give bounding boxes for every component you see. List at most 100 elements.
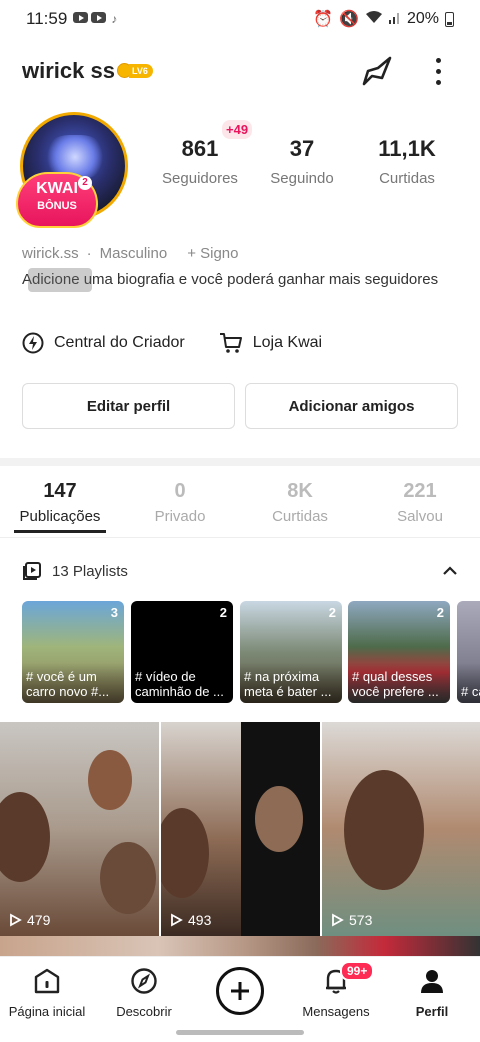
- more-options-button[interactable]: [428, 54, 448, 88]
- following-label: Seguindo: [270, 170, 334, 187]
- edit-profile-button[interactable]: Editar perfil: [22, 383, 235, 429]
- profile-tabs: 147 Publicações 0 Privado 8K Curtidas 22…: [0, 480, 480, 538]
- video-views: 479: [8, 912, 50, 928]
- followers-label: Seguidores: [162, 170, 238, 187]
- home-indicator[interactable]: [176, 1030, 304, 1035]
- nav-messages-label: Mensagens: [302, 1004, 370, 1019]
- playlist-card[interactable]: 3 # você é um carro novo #...: [22, 601, 124, 703]
- status-bar: 11:59 ♪ ⏰ 🔇 20%: [0, 0, 480, 38]
- video-thumbnail[interactable]: 573: [322, 722, 480, 936]
- nav-home[interactable]: Página inicial: [4, 967, 90, 1019]
- tab-publications[interactable]: 147 Publicações: [14, 480, 106, 525]
- compass-icon: [131, 968, 157, 994]
- tab-count: 8K: [287, 480, 313, 502]
- nav-profile[interactable]: Perfil: [404, 967, 460, 1019]
- video-views: 493: [169, 912, 211, 928]
- chevron-up-icon[interactable]: [442, 563, 458, 580]
- add-sign-link[interactable]: + Signo: [187, 245, 238, 262]
- nav-discover-label: Descobrir: [116, 1004, 172, 1019]
- wifi-icon: [365, 10, 383, 29]
- followers-stat[interactable]: 861 Seguidores: [158, 136, 242, 187]
- tab-active-indicator: [14, 530, 106, 533]
- nav-discover[interactable]: Descobrir: [108, 967, 180, 1019]
- playlist-card[interactable]: 2 # na próxima meta é bater ...: [240, 601, 342, 703]
- profile-actions: Editar perfil Adicionar amigos: [22, 383, 458, 429]
- views-count: 573: [349, 912, 373, 928]
- video-thumbnail[interactable]: 479: [0, 722, 159, 936]
- level-badge[interactable]: LV6: [117, 62, 153, 79]
- video-views: 573: [330, 912, 372, 928]
- status-time: 11:59: [26, 9, 68, 28]
- playlists-title: 13 Playlists: [52, 562, 128, 580]
- following-count: 37: [289, 136, 315, 161]
- battery-icon: [445, 11, 454, 27]
- tab-saved[interactable]: 221 Salvou: [380, 480, 460, 525]
- tab-label: Publicações: [19, 508, 101, 525]
- playlist-card[interactable]: 2 # qual desses você prefere ...: [348, 601, 450, 703]
- more-dot-icon: [435, 57, 441, 63]
- thumbnail-face: [161, 808, 209, 898]
- tab-label: Curtidas: [272, 508, 328, 525]
- likes-stat[interactable]: 11,1K Curtidas: [370, 136, 444, 187]
- play-icon: [171, 913, 183, 927]
- profile-username: wirick ss: [22, 58, 115, 83]
- messages-badge: 99+: [340, 961, 375, 981]
- youtube-notification-icon-2: [91, 12, 107, 23]
- playlist-title: # na próxima meta é bater ...: [244, 669, 332, 699]
- add-friends-button[interactable]: Adicionar amigos: [245, 383, 458, 429]
- signal-icon: [388, 10, 401, 29]
- playlist-count: 2: [219, 605, 227, 620]
- play-icon: [332, 913, 344, 927]
- playlist-card[interactable]: # car: [457, 601, 480, 703]
- kwai-bonus-badge[interactable]: KWAI BÔNUS 2: [16, 172, 98, 230]
- nav-profile-label: Perfil: [415, 1004, 449, 1019]
- tab-label: Salvou: [397, 508, 443, 525]
- kwai-shop-label: Loja Kwai: [252, 334, 323, 351]
- playlist-title: # qual desses você prefere ...: [352, 669, 439, 699]
- tab-label: Privado: [154, 508, 206, 525]
- playlists-header[interactable]: 13 Playlists: [22, 560, 458, 582]
- playlist-card[interactable]: 2 # vídeo de caminhão de ...: [131, 601, 233, 703]
- more-dot-icon: [435, 79, 441, 85]
- profile-meta: wirick.ss · Masculino + Signo: [22, 245, 239, 262]
- tiktok-notification-icon: ♪: [111, 12, 118, 26]
- tab-private[interactable]: 0 Privado: [140, 480, 220, 525]
- playlist-icon: [23, 562, 41, 580]
- profile-links: Central do Criador Loja Kwai: [22, 332, 356, 354]
- status-right: ⏰ 🔇 20%: [313, 9, 454, 29]
- profile-handle: wirick.ss: [22, 245, 79, 262]
- video-thumbnail[interactable]: 493: [161, 722, 320, 936]
- playlist-title: # você é um carro novo #...: [26, 669, 110, 699]
- lightning-icon: [22, 332, 44, 354]
- profile-header: wirick ss LV6: [0, 52, 480, 92]
- tab-likes[interactable]: 8K Curtidas: [260, 480, 340, 525]
- kwai-shop-link[interactable]: Loja Kwai: [219, 332, 322, 354]
- creator-center-link[interactable]: Central do Criador: [22, 332, 185, 354]
- notification-icons: ♪: [73, 12, 117, 26]
- thumbnail-face: [88, 750, 132, 810]
- more-dot-icon: [435, 68, 441, 74]
- battery-level: 20%: [406, 10, 439, 27]
- playlist-title: # car: [461, 684, 480, 699]
- person-icon: [421, 970, 443, 993]
- playlist-count: 3: [110, 605, 118, 620]
- creator-center-label: Central do Criador: [54, 334, 185, 351]
- profile-gender[interactable]: Masculino: [100, 245, 168, 262]
- meta-separator: ·: [86, 245, 92, 262]
- followers-count: 861: [181, 136, 219, 161]
- kwai-bonus-count: 2: [78, 176, 92, 190]
- mute-icon: 🔇: [339, 11, 359, 28]
- play-icon: [10, 913, 22, 927]
- plus-icon: [231, 982, 249, 1000]
- video-grid: 479 493 573: [0, 722, 480, 936]
- following-stat[interactable]: 37 Seguindo: [266, 136, 338, 187]
- thumbnail-face: [344, 770, 424, 890]
- share-button[interactable]: [360, 54, 396, 88]
- tab-count: 147: [43, 480, 77, 502]
- section-divider: [0, 458, 480, 466]
- views-count: 479: [27, 912, 51, 928]
- nav-home-label: Página inicial: [8, 1004, 86, 1019]
- kwai-bonus-subtitle: BÔNUS: [37, 200, 77, 212]
- create-button[interactable]: [216, 967, 264, 1015]
- thumbnail-face: [255, 786, 303, 852]
